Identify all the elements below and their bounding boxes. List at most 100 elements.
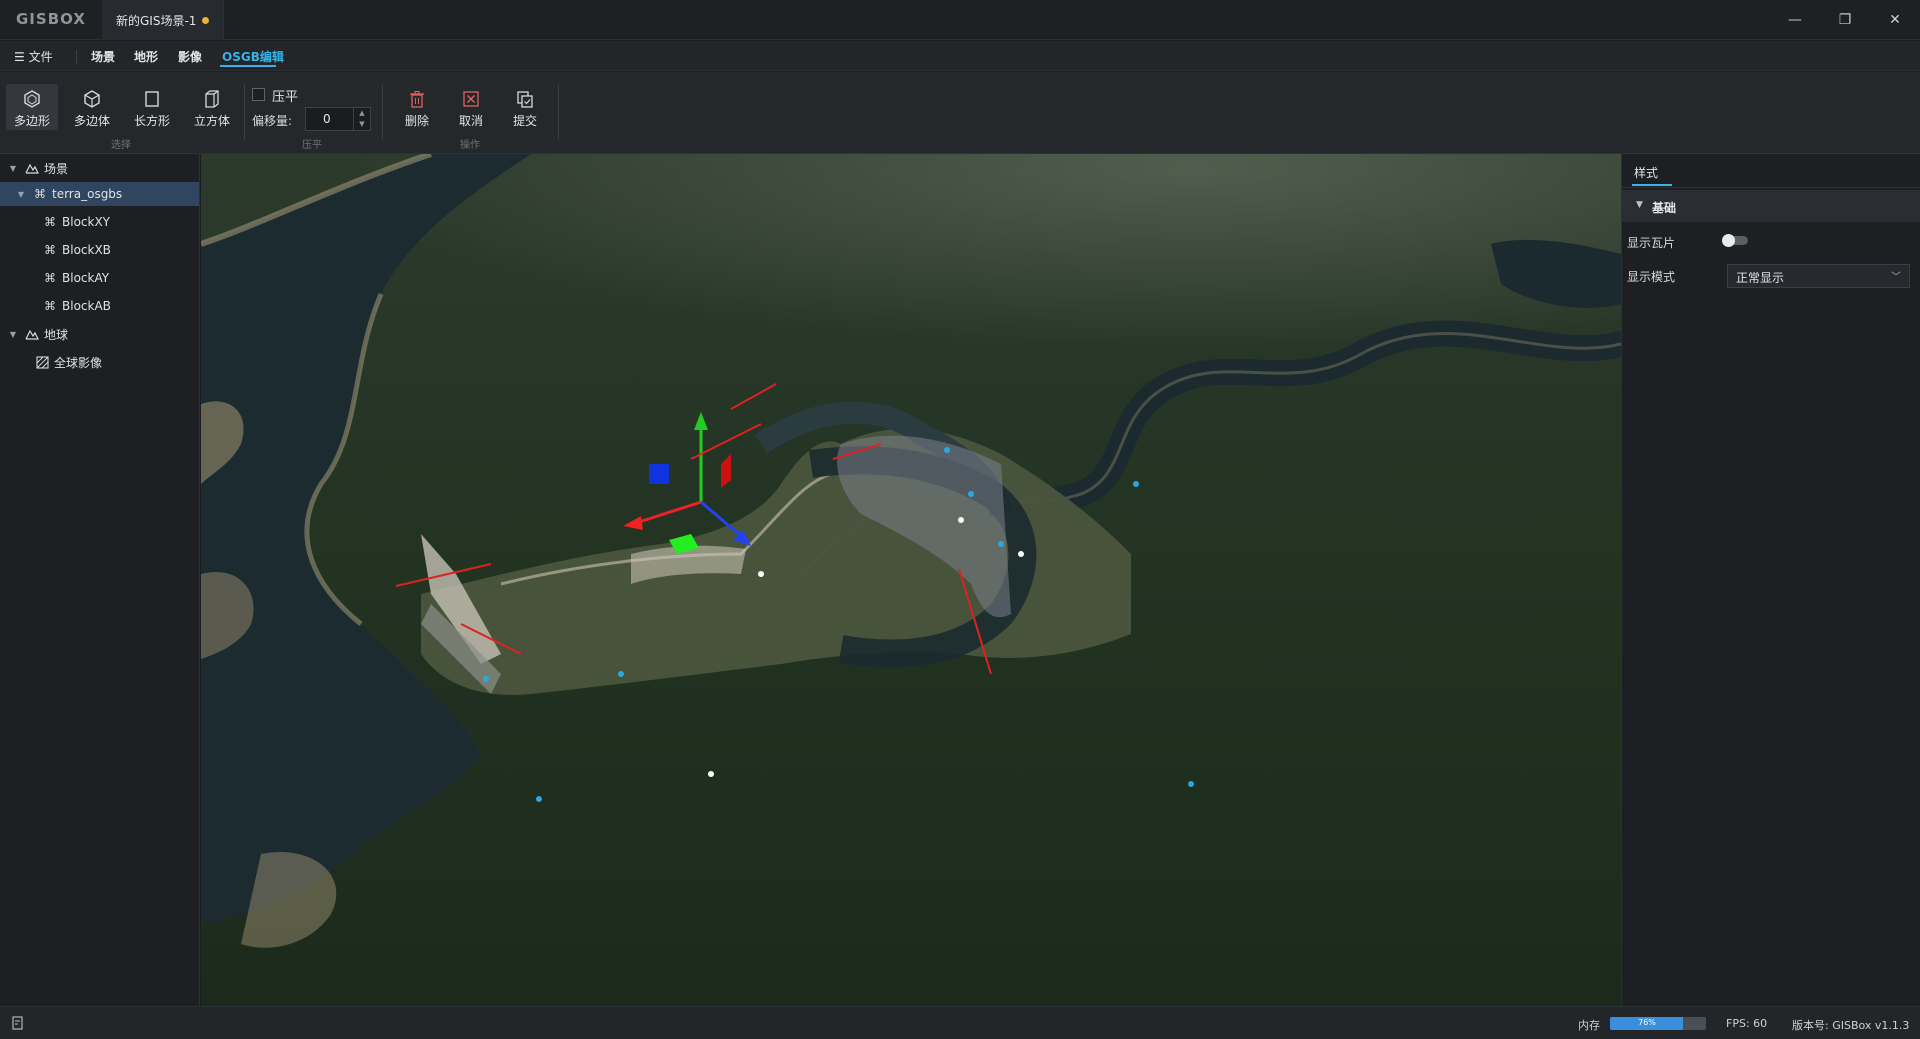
log-icon[interactable]	[12, 1016, 24, 1033]
tab-style[interactable]: 样式	[1634, 164, 1658, 181]
close-button[interactable]: ✕	[1872, 0, 1918, 40]
tree-node-label: 地球	[44, 327, 69, 342]
vertex-handle[interactable]	[758, 571, 764, 577]
cube-tool-button[interactable]: 立方体	[186, 84, 238, 130]
submit-button[interactable]: 提交	[499, 84, 551, 130]
minimize-button[interactable]: —	[1772, 0, 1818, 40]
menu-terrain[interactable]: 地形	[134, 48, 158, 65]
show-tiles-toggle[interactable]	[1722, 234, 1748, 247]
cancel-button[interactable]: 取消	[445, 84, 497, 130]
status-bar: 内存 76% FPS: 60 版本号: GISBox v1.1.3	[0, 1006, 1920, 1039]
offset-label: 偏移量:	[252, 114, 293, 128]
menu-imagery[interactable]: 影像	[178, 48, 202, 65]
toggle-knob	[1722, 234, 1735, 247]
step-down-icon[interactable]: ▼	[354, 119, 370, 130]
restore-button[interactable]: ❐	[1822, 0, 1868, 40]
block-icon: ⌘	[44, 215, 56, 229]
vertex-handle[interactable]	[1133, 481, 1139, 487]
menu-osgb-edit[interactable]: OSGB编辑	[222, 48, 284, 65]
action-group-label: 操作	[460, 140, 480, 151]
polygon-tool-label: 多边形	[13, 114, 50, 128]
tree-node-earth[interactable]: ▼ 地球	[0, 322, 199, 346]
polygon-tool-button[interactable]: 多边形	[6, 84, 58, 130]
memory-label: 内存	[1578, 1019, 1600, 1032]
menu-file[interactable]: ☰ 文件	[14, 48, 53, 65]
tree-node-blockxy[interactable]: ⌘ BlockXY	[0, 210, 199, 234]
imagery-icon	[34, 355, 50, 369]
active-menu-indicator	[220, 65, 276, 67]
close-icon: ✕	[1889, 12, 1901, 28]
tree-node-scene[interactable]: ▼ 场景	[0, 156, 199, 180]
submit-icon	[514, 88, 536, 110]
step-up-icon[interactable]: ▲	[354, 108, 370, 119]
section-basic[interactable]: ▼ 基础	[1622, 190, 1920, 222]
map-3d-viewport[interactable]	[201, 154, 1621, 1006]
vertex-handle[interactable]	[968, 491, 974, 497]
tree-node-terra-osgbs[interactable]: ▼ ⌘ terra_osgbs	[0, 182, 199, 206]
toolbar-divider	[382, 84, 383, 140]
polyhedron-tool-button[interactable]: 多边体	[66, 84, 118, 130]
vertex-handle[interactable]	[708, 771, 714, 777]
minimize-icon: —	[1788, 12, 1802, 28]
flatten-group-label: 压平	[302, 140, 322, 151]
expand-arrow-icon[interactable]: ▼	[8, 164, 18, 173]
earth-icon	[24, 327, 40, 341]
style-panel: 样式 ▼ 基础 显示瓦片 显示模式 正常显示 ﹀	[1621, 154, 1920, 1006]
vertex-handle[interactable]	[1018, 551, 1024, 557]
menu-scene[interactable]: 场景	[91, 48, 115, 65]
tree-node-blockxb[interactable]: ⌘ BlockXB	[0, 238, 199, 262]
offset-stepper[interactable]: ▲ ▼	[353, 108, 370, 130]
tree-node-label: BlockXY	[62, 215, 111, 229]
vertex-handle[interactable]	[998, 541, 1004, 547]
model-icon: ⌘	[34, 187, 46, 201]
tree-node-label: BlockAB	[62, 299, 111, 313]
display-mode-select[interactable]: 正常显示 ﹀	[1727, 264, 1910, 288]
expand-arrow-icon[interactable]: ▼	[16, 190, 26, 199]
select-group-label: 选择	[111, 140, 131, 151]
tree-node-blockay[interactable]: ⌘ BlockAY	[0, 266, 199, 290]
tree-node-global-imagery[interactable]: 全球影像	[0, 350, 199, 374]
cube-tool-label: 立方体	[193, 114, 230, 128]
delete-label: 删除	[404, 114, 429, 128]
version-label: 版本号: GISBox v1.1.3	[1792, 1019, 1910, 1032]
cube-icon	[201, 88, 223, 110]
rectangle-tool-label: 长方形	[133, 114, 170, 128]
display-mode-label: 显示模式	[1627, 270, 1676, 284]
tree-node-label: 场景	[44, 161, 69, 176]
vertex-handle[interactable]	[1188, 781, 1194, 787]
scene-icon	[24, 161, 40, 175]
vertex-handle[interactable]	[483, 676, 489, 682]
menu-divider	[76, 50, 77, 64]
delete-button[interactable]: 删除	[391, 84, 443, 130]
ribbon-toolbar: 多边形 多边体 长方形 立方体 选择 压平 偏移量: 0 ▲ ▼ 压平 删除 取…	[0, 72, 1920, 154]
tab-divider	[1622, 187, 1920, 188]
menu-bar: ☰ 文件 场景 地形 影像 OSGB编辑	[0, 41, 1920, 71]
memory-percent-text: 76%	[1638, 1018, 1656, 1027]
tree-node-blockab[interactable]: ⌘ BlockAB	[0, 294, 199, 318]
unsaved-dot-icon	[202, 17, 209, 24]
vertex-handle[interactable]	[944, 447, 950, 453]
flatten-checkbox[interactable]	[252, 88, 265, 101]
expand-arrow-icon[interactable]: ▼	[8, 330, 18, 339]
active-tab-indicator	[1632, 184, 1672, 186]
gizmo-plane-handle[interactable]	[649, 464, 669, 484]
scene-tree-panel: ▼ 场景 ▼ ⌘ terra_osgbs ⌘ BlockXY ⌘ BlockXB…	[0, 154, 200, 1006]
document-tab[interactable]: 新的GIS场景-1	[102, 0, 224, 40]
toolbar-divider	[558, 84, 559, 140]
vertex-handle[interactable]	[618, 671, 624, 677]
tree-node-label: BlockXB	[62, 243, 111, 257]
vertex-handle[interactable]	[958, 517, 964, 523]
rectangle-tool-button[interactable]: 长方形	[126, 84, 178, 130]
vertex-handle[interactable]	[536, 796, 542, 802]
fps-readout: FPS: 60	[1726, 1017, 1768, 1030]
polyhedron-icon	[81, 88, 103, 110]
app-logo: GISBOX	[16, 10, 86, 28]
section-basic-label: 基础	[1652, 201, 1677, 215]
trash-icon	[406, 88, 428, 110]
flatten-checkbox-label: 压平	[272, 90, 299, 105]
terrain-scene	[201, 154, 1621, 1006]
show-tiles-label: 显示瓦片	[1627, 236, 1676, 250]
restore-icon: ❐	[1838, 12, 1852, 28]
polygon-icon	[21, 88, 43, 110]
polyhedron-tool-label: 多边体	[73, 114, 110, 128]
